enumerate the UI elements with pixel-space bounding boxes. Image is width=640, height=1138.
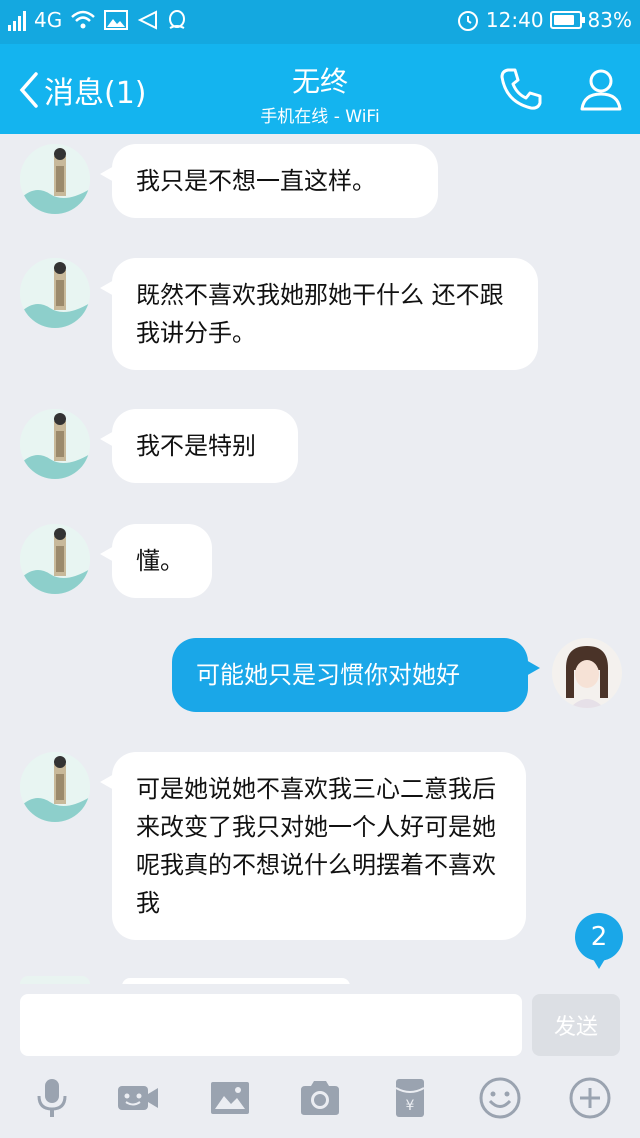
battery-icon xyxy=(549,11,585,29)
contact-avatar xyxy=(20,976,90,984)
alarm-icon xyxy=(457,11,478,31)
status-bar: 4G 12:40 83% xyxy=(0,0,640,44)
gallery-notification-icon xyxy=(104,10,129,30)
send-button[interactable]: 发送 xyxy=(532,994,620,1056)
message-bubble-incoming[interactable]: 可是她说她不喜欢我三心二意我后来改变了我只对她一个人好可是她呢我真的不想说什么明… xyxy=(100,752,526,940)
signal-icon xyxy=(8,9,26,31)
red-packet-icon[interactable]: ¥ xyxy=(388,1076,432,1120)
contact-avatar[interactable] xyxy=(20,144,90,214)
network-type: 4G xyxy=(34,8,63,32)
camera-icon[interactable] xyxy=(298,1076,342,1120)
contact-avatar[interactable] xyxy=(20,752,90,822)
my-avatar[interactable] xyxy=(552,638,622,708)
contact-avatar[interactable] xyxy=(20,524,90,594)
contact-name: 无终 xyxy=(291,65,348,98)
qq-notification-icon xyxy=(169,10,186,29)
phone-icon[interactable] xyxy=(498,66,544,112)
contact-avatar[interactable] xyxy=(20,409,90,479)
cast-notification-icon xyxy=(137,10,158,30)
message-bubble-incoming[interactable]: 懂。 xyxy=(100,524,212,598)
chat-header: 消息(1) 无终 手机在线 - WiFi xyxy=(0,44,640,134)
message-bubble-outgoing[interactable]: 可能她只是习惯你对她好 xyxy=(172,638,540,712)
message-input[interactable] xyxy=(20,994,522,1056)
message-bubble-incoming[interactable]: 我只是不想一直这样。 xyxy=(100,144,438,218)
input-toolbar: ¥ xyxy=(0,1076,640,1126)
microphone-icon[interactable] xyxy=(30,1076,74,1120)
clock: 12:40 xyxy=(485,8,544,32)
new-message-badge[interactable]: 2 xyxy=(575,913,623,969)
input-bar: 发送 ¥ xyxy=(0,984,640,1138)
person-icon[interactable] xyxy=(578,66,624,112)
plus-icon[interactable] xyxy=(568,1076,612,1120)
battery-percent: 83% xyxy=(587,8,632,32)
emoji-icon[interactable] xyxy=(478,1076,522,1120)
video-icon[interactable] xyxy=(116,1076,160,1120)
svg-text:¥: ¥ xyxy=(406,1098,415,1114)
image-icon[interactable] xyxy=(208,1076,252,1120)
message-bubble-incoming[interactable]: 我不是特别 xyxy=(100,409,298,483)
message-list[interactable]: 我只是不想一直这样。 既然不喜欢我她那她干什么 还不跟我讲分手。 我不是特别 懂… xyxy=(0,134,640,984)
wifi-icon xyxy=(71,10,96,29)
message-bubble-incoming[interactable]: 既然不喜欢我她那她干什么 还不跟我讲分手。 xyxy=(100,258,538,370)
contact-avatar[interactable] xyxy=(20,258,90,328)
contact-status: 手机在线 - WiFi xyxy=(260,107,380,127)
